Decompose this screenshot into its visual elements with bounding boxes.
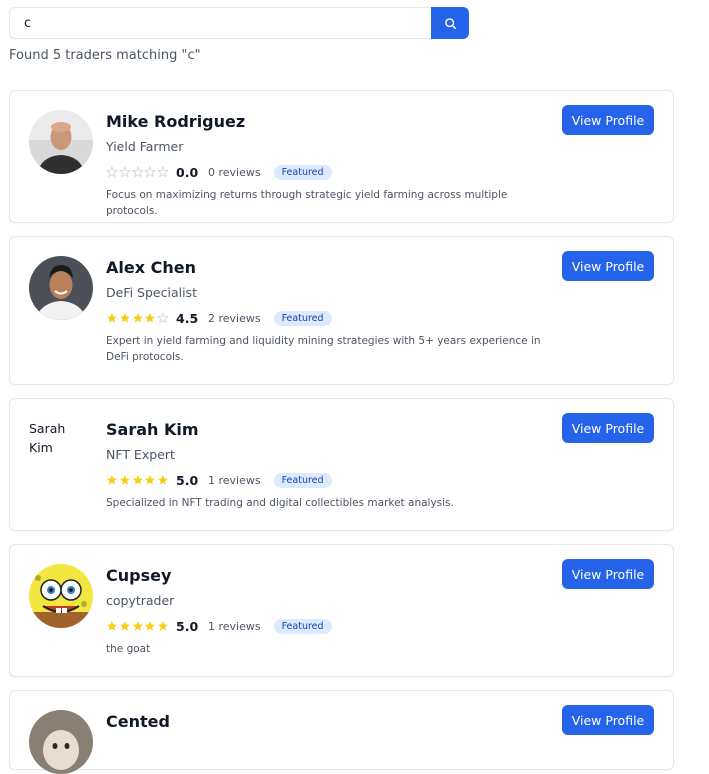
featured-badge: Featured (273, 618, 332, 634)
star-rating (106, 474, 170, 486)
trader-name: Sarah Kim (106, 420, 199, 439)
rating-row: 5.0 1 reviews Featured (106, 617, 332, 635)
trader-name: Alex Chen (106, 258, 196, 277)
trader-card: Cupsey copytrader 5.0 1 reviews Featured… (9, 544, 674, 677)
star-empty-icon (157, 166, 169, 178)
results-count: Found 5 traders matching "c" (9, 48, 201, 63)
search-input[interactable] (9, 7, 431, 39)
star-rating (106, 312, 170, 324)
featured-badge: Featured (273, 310, 332, 326)
star-filled-icon (132, 313, 143, 323)
trader-bio: Focus on maximizing returns through stra… (106, 189, 508, 217)
star-filled-icon (106, 475, 117, 485)
view-profile-button[interactable]: View Profile (562, 559, 654, 589)
star-empty-icon (144, 166, 157, 178)
featured-badge: Featured (273, 164, 332, 180)
star-filled-icon (145, 621, 156, 631)
rating-value: 4.5 (176, 310, 199, 326)
star-filled-icon (119, 621, 130, 631)
trader-name: Cupsey (106, 566, 172, 585)
view-profile-button[interactable]: View Profile (562, 105, 654, 135)
trader-bio: the goat (106, 643, 151, 655)
star-rating (106, 620, 170, 632)
star-filled-icon (158, 621, 169, 631)
review-count: 1 reviews (208, 619, 261, 633)
star-empty-icon (157, 312, 169, 324)
avatar (29, 710, 93, 774)
star-filled-icon (145, 313, 156, 323)
trader-role: NFT Expert (106, 447, 175, 462)
star-filled-icon (106, 313, 117, 323)
star-rating (106, 166, 170, 178)
trader-role: Yield Farmer (106, 139, 184, 154)
review-count: 0 reviews (208, 165, 261, 179)
star-filled-icon (132, 621, 143, 631)
trader-card: Cented View Profile (9, 690, 674, 774)
avatar (29, 256, 93, 320)
view-profile-button[interactable]: View Profile (562, 251, 654, 281)
rating-row: 4.5 2 reviews Featured (106, 309, 332, 327)
review-count: 1 reviews (208, 473, 261, 487)
search-icon (444, 17, 456, 29)
trader-role: DeFi Specialist (106, 285, 197, 300)
review-count: 2 reviews (208, 311, 261, 325)
avatar-alt-text: Sarah Kim (29, 421, 66, 455)
rating-value: 0.0 (176, 164, 199, 180)
search-bar (9, 7, 469, 39)
trader-name: Mike Rodriguez (106, 112, 246, 131)
view-profile-button[interactable]: View Profile (562, 413, 654, 443)
rating-row: 5.0 1 reviews Featured (106, 471, 332, 489)
view-profile-button[interactable]: View Profile (562, 705, 654, 735)
star-filled-icon (119, 313, 130, 323)
star-filled-icon (119, 475, 130, 485)
star-filled-icon (145, 475, 156, 485)
rating-row: 0.0 0 reviews Featured (106, 163, 332, 181)
star-filled-icon (158, 475, 169, 485)
search-button[interactable] (431, 7, 469, 39)
star-filled-icon (132, 475, 143, 485)
trader-card: Alex Chen DeFi Specialist 4.5 2 reviews … (9, 236, 674, 385)
trader-bio: Specialized in NFT trading and digital c… (106, 497, 454, 509)
star-empty-icon (131, 166, 144, 178)
star-empty-icon (106, 166, 118, 178)
star-empty-icon (118, 166, 131, 178)
trader-card: Mike Rodriguez Yield Farmer 0.0 0 review… (9, 90, 674, 223)
featured-badge: Featured (273, 472, 332, 488)
trader-bio: Expert in yield farming and liquidity mi… (106, 335, 541, 363)
avatar (29, 564, 93, 628)
rating-value: 5.0 (176, 618, 199, 634)
rating-value: 5.0 (176, 472, 199, 488)
trader-role: copytrader (106, 593, 175, 608)
trader-card: Sarah Kim Sarah Kim NFT Expert 5.0 1 rev… (9, 398, 674, 531)
star-filled-icon (106, 621, 117, 631)
avatar (29, 110, 93, 174)
trader-name: Cented (106, 712, 170, 731)
